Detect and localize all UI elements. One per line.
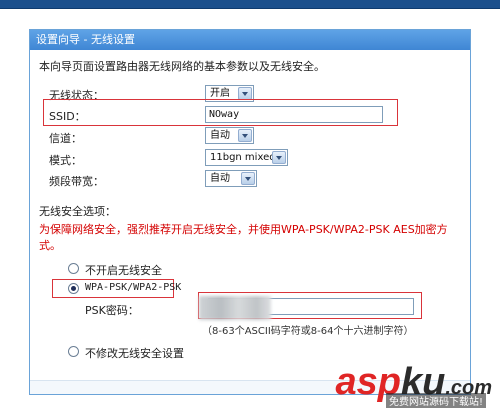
psk-hint: （8-63个ASCII码字符或8-64个十六进制字符）: [202, 326, 414, 337]
top-banner-bar: [0, 0, 500, 9]
radio-no-security-label: 不开启无线安全: [85, 264, 162, 277]
radio-keep-security-label: 不修改无线安全设置: [85, 347, 184, 360]
chevron-down-icon: [272, 151, 286, 164]
redaction-blur: [199, 296, 271, 320]
ssid-label: SSID：: [49, 110, 86, 123]
panel-title: 设置向导 - 无线设置: [30, 30, 470, 50]
wireless-status-value: 开启: [210, 88, 230, 99]
channel-value: 自动: [210, 130, 230, 141]
channel-label: 信道：: [49, 132, 82, 145]
site-watermark: aspku.com 免费网站源码下载站!: [335, 363, 492, 408]
security-heading: 无线安全选项：: [39, 205, 116, 218]
chevron-down-icon: [241, 172, 255, 185]
wizard-panel: 设置向导 - 无线设置 本向导页面设置路由器无线网络的基本参数以及无线安全。 无…: [29, 29, 471, 395]
bandwidth-value: 自动: [210, 173, 230, 184]
bandwidth-label: 频段带宽：: [49, 175, 104, 188]
intro-text: 本向导页面设置路由器无线网络的基本参数以及无线安全。: [39, 60, 325, 73]
radio-no-security[interactable]: [68, 263, 79, 274]
security-warning: 为保障网络安全，强烈推荐开启无线安全，并使用WPA-PSK/WPA2-PSK A…: [39, 223, 448, 252]
psk-label: PSK密码：: [85, 304, 139, 317]
mode-select[interactable]: 11bgn mixed: [205, 149, 288, 166]
bandwidth-select[interactable]: 自动: [205, 170, 257, 187]
watermark-tagline: 免费网站源码下载站!: [385, 393, 486, 408]
mode-label: 模式：: [49, 154, 82, 167]
channel-select[interactable]: 自动: [205, 127, 254, 144]
chevron-down-icon: [238, 129, 252, 142]
radio-wpa-psk-label: WPA-PSK/WPA2-PSK: [85, 282, 182, 293]
radio-keep-security[interactable]: [68, 346, 79, 357]
ssid-input[interactable]: NOway: [205, 106, 383, 123]
mode-value: 11bgn mixed: [210, 152, 276, 163]
radio-wpa-psk[interactable]: [68, 283, 79, 294]
